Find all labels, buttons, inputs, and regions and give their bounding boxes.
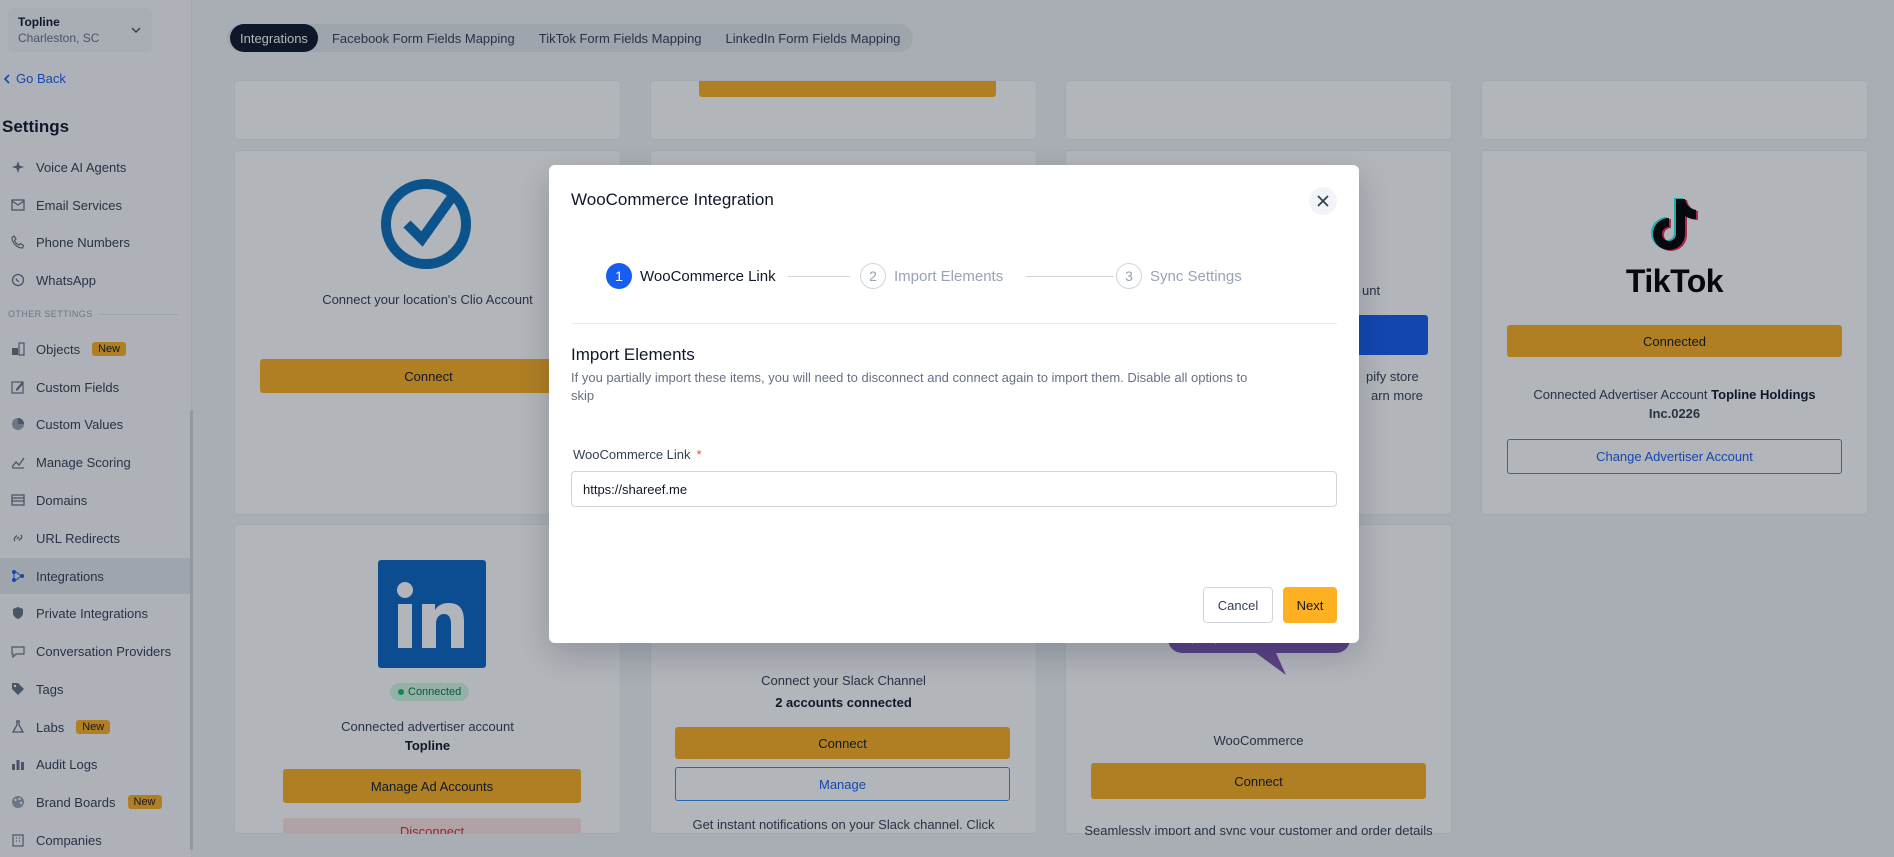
woocommerce-link-label: WooCommerce Link * bbox=[573, 447, 702, 462]
step-connector bbox=[788, 276, 850, 277]
step-1-indicator: 1 bbox=[606, 263, 632, 289]
woocommerce-link-input[interactable] bbox=[571, 471, 1337, 507]
stepper: 1 WooCommerce Link 2 Import Elements 3 S… bbox=[606, 263, 1306, 291]
section-description: If you partially import these items, you… bbox=[571, 370, 1248, 403]
step-2-indicator: 2 bbox=[860, 263, 886, 289]
close-button[interactable] bbox=[1309, 187, 1337, 215]
woocommerce-integration-modal: WooCommerce Integration 1 WooCommerce Li… bbox=[549, 165, 1359, 643]
field-label-text: WooCommerce Link bbox=[573, 447, 691, 462]
required-marker: * bbox=[696, 447, 702, 462]
step-2-label: Import Elements bbox=[894, 268, 1004, 285]
step-3-label: Sync Settings bbox=[1150, 268, 1242, 285]
modal-divider bbox=[571, 323, 1337, 324]
step-3-indicator: 3 bbox=[1116, 263, 1142, 289]
step-connector bbox=[1026, 276, 1114, 277]
cancel-button[interactable]: Cancel bbox=[1203, 587, 1273, 623]
section-title: Import Elements bbox=[571, 345, 695, 364]
step-1-label: WooCommerce Link bbox=[640, 268, 776, 285]
next-button[interactable]: Next bbox=[1283, 587, 1337, 623]
close-icon bbox=[1317, 195, 1329, 207]
modal-title: WooCommerce Integration bbox=[571, 190, 774, 209]
